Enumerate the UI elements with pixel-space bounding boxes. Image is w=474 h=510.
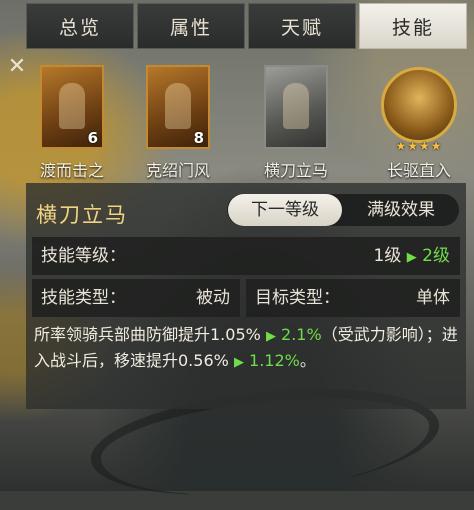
skill-type-row: 技能类型： 被动: [32, 279, 240, 317]
skill-icon: [381, 67, 457, 143]
desc-upgrade-2: 1.12%: [249, 351, 300, 370]
skill-name: 横刀立马: [263, 161, 328, 180]
next-level-button[interactable]: 下一等级: [228, 194, 342, 226]
skill-slot-3[interactable]: 横刀立马: [264, 65, 328, 180]
skill-slot-4[interactable]: ★★★★ 长驱直入: [381, 65, 457, 180]
skill-level-row: 技能等级： 1级 ▶ 2级: [32, 237, 460, 275]
max-level-button[interactable]: 满级效果: [345, 194, 457, 226]
skill-type-label: 技能类型：: [41, 288, 126, 308]
target-type-value: 单体: [416, 288, 450, 308]
arrow-right-icon: ▶: [233, 355, 244, 370]
close-icon[interactable]: ✕: [0, 54, 34, 80]
skill-name: 克绍门风: [145, 161, 210, 180]
level-toggle: 下一等级 满级效果: [227, 194, 459, 226]
skill-icon: [264, 65, 328, 149]
skill-type-value: 被动: [196, 288, 230, 308]
tab-skills[interactable]: 技能: [359, 3, 467, 49]
target-type-row: 目标类型： 单体: [246, 279, 460, 317]
desc-upgrade-1: 2.1%: [281, 325, 322, 344]
skill-level-label: 技能等级：: [41, 246, 126, 266]
skill-title: 横刀立马: [36, 203, 128, 227]
desc-text-1: 所率领骑兵部曲防御提升1.05%: [34, 325, 261, 344]
skill-slot-1[interactable]: 6 渡而击之: [40, 65, 104, 180]
skill-level-value: 1级 ▶ 2级: [374, 237, 450, 277]
tab-talents[interactable]: 天赋: [248, 3, 356, 49]
skill-level-badge: 8: [193, 129, 204, 147]
level-current: 1级: [373, 246, 402, 266]
skill-name: 长驱直入: [386, 161, 451, 180]
skill-detail-panel: 横刀立马 下一等级 满级效果 技能等级： 1级 ▶ 2级 技能类型： 被动 目标…: [26, 183, 466, 409]
tab-attributes[interactable]: 属性: [137, 3, 245, 49]
skill-level-badge: 6: [87, 129, 98, 147]
skill-description: 所率领骑兵部曲防御提升1.05% ▶ 2.1%（受武力影响）；进入战斗后，移速提…: [34, 323, 458, 375]
level-next: 2级: [422, 246, 450, 266]
tab-overview[interactable]: 总览: [26, 3, 134, 49]
skill-name: 渡而击之: [39, 161, 104, 180]
desc-text-3: 。: [299, 351, 316, 370]
skill-slot-2[interactable]: 8 克绍门风: [146, 65, 210, 180]
arrow-right-icon: ▶: [265, 329, 276, 344]
arrow-right-icon: ▶: [406, 250, 417, 265]
star-rating: ★★★★: [395, 139, 443, 153]
target-type-label: 目标类型：: [255, 288, 340, 308]
